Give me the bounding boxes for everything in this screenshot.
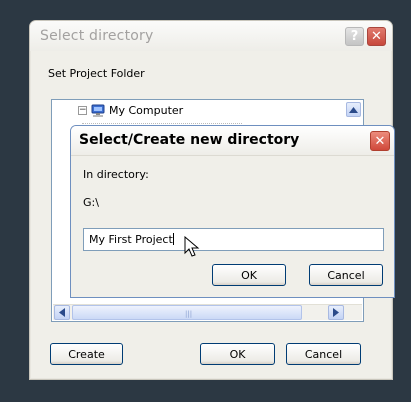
- scroll-left-arrow-icon[interactable]: [54, 305, 70, 320]
- outer-close-button[interactable]: ✕: [367, 27, 386, 46]
- scroll-up-arrow-icon[interactable]: [346, 102, 361, 117]
- inner-cancel-button[interactable]: Cancel: [309, 264, 383, 286]
- collapse-icon[interactable]: −: [78, 106, 87, 115]
- scroll-right-arrow-icon[interactable]: [328, 305, 344, 320]
- tree-connector: [82, 116, 242, 124]
- chevron-right-icon: [333, 308, 339, 317]
- in-directory-label: In directory:: [83, 168, 149, 181]
- outer-cancel-button[interactable]: Cancel: [286, 343, 361, 365]
- inner-ok-button[interactable]: OK: [212, 264, 286, 286]
- inner-title-bar[interactable]: Select/Create new directory ✕: [71, 126, 394, 156]
- outer-dialog-title: Select directory: [40, 28, 154, 44]
- outer-title-bar[interactable]: Select directory ? ✕: [30, 21, 392, 51]
- inner-dialog-title: Select/Create new directory: [79, 132, 300, 148]
- inner-close-button[interactable]: ✕: [370, 131, 390, 151]
- mouse-pointer-icon: [184, 236, 200, 257]
- scroll-thumb[interactable]: |||: [72, 305, 302, 320]
- directory-path: G:\: [83, 196, 99, 209]
- outer-ok-button[interactable]: OK: [200, 343, 275, 365]
- directory-name-value: My First Project: [89, 233, 173, 246]
- text-caret: [172, 233, 174, 245]
- scroll-grip: |||: [185, 310, 193, 318]
- horizontal-scrollbar[interactable]: |||: [53, 304, 362, 320]
- set-project-folder-label: Set Project Folder: [48, 67, 145, 80]
- create-button[interactable]: Create: [50, 343, 123, 365]
- chevron-up-icon: [349, 106, 358, 113]
- chevron-left-icon: [59, 308, 65, 317]
- select-create-directory-dialog: Select/Create new directory ✕ In directo…: [70, 125, 395, 298]
- directory-name-input[interactable]: My First Project: [83, 228, 384, 251]
- help-button[interactable]: ?: [345, 27, 364, 46]
